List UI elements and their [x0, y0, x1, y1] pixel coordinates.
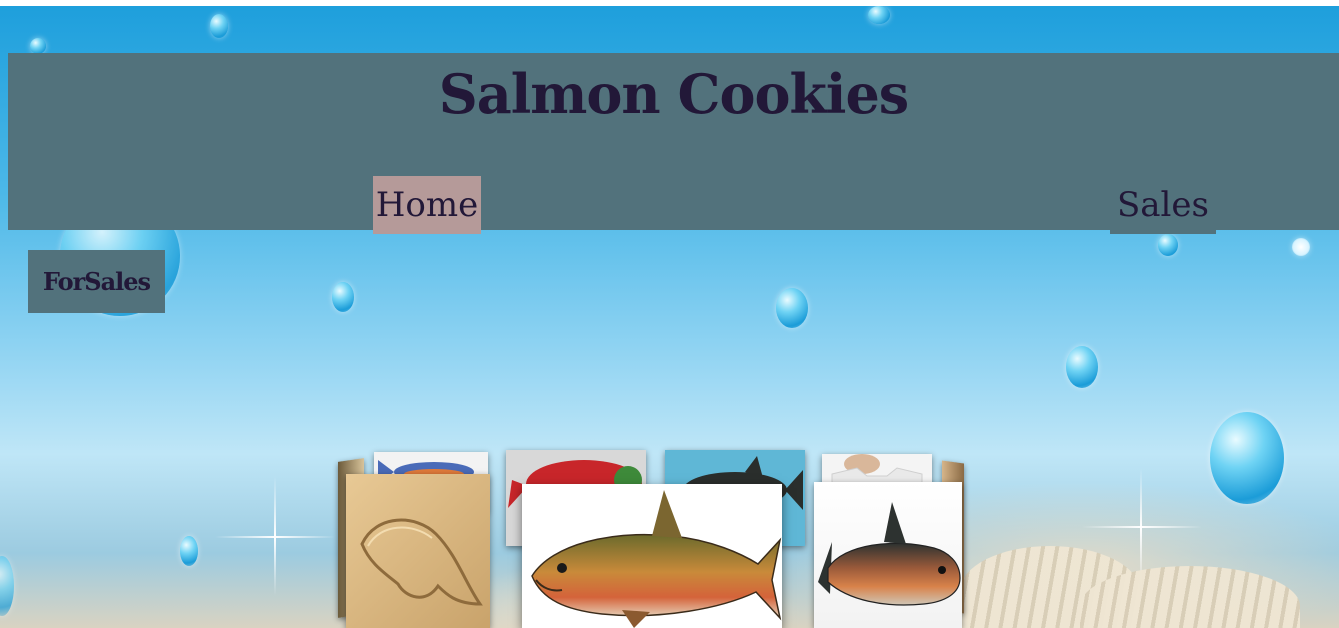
bubble-decoration — [1292, 238, 1310, 256]
king-salmon-image[interactable] — [814, 482, 962, 628]
bubble-decoration — [1066, 346, 1098, 388]
bubble-decoration — [1158, 234, 1178, 256]
bubble-decoration — [776, 288, 808, 328]
page-title: Salmon Cookies — [438, 62, 909, 126]
chinook-salmon-featured-image[interactable] — [522, 484, 782, 628]
bubble-decoration — [1210, 412, 1284, 504]
bubble-decoration — [0, 556, 14, 616]
bubble-decoration — [30, 38, 46, 54]
bubble-decoration — [210, 14, 228, 38]
image-carousel[interactable] — [338, 448, 968, 628]
forsales-link[interactable]: ForSales — [28, 250, 165, 313]
bubble-decoration — [332, 282, 354, 312]
nav-home-link[interactable]: Home — [373, 176, 481, 234]
bubble-decoration — [180, 536, 198, 566]
sparkle-decoration — [274, 476, 276, 596]
wooden-salmon-cutout-image[interactable] — [346, 474, 490, 628]
sparkle-decoration — [1082, 526, 1202, 528]
nav-sales-link[interactable]: Sales — [1110, 176, 1216, 234]
bubble-decoration — [868, 6, 890, 24]
